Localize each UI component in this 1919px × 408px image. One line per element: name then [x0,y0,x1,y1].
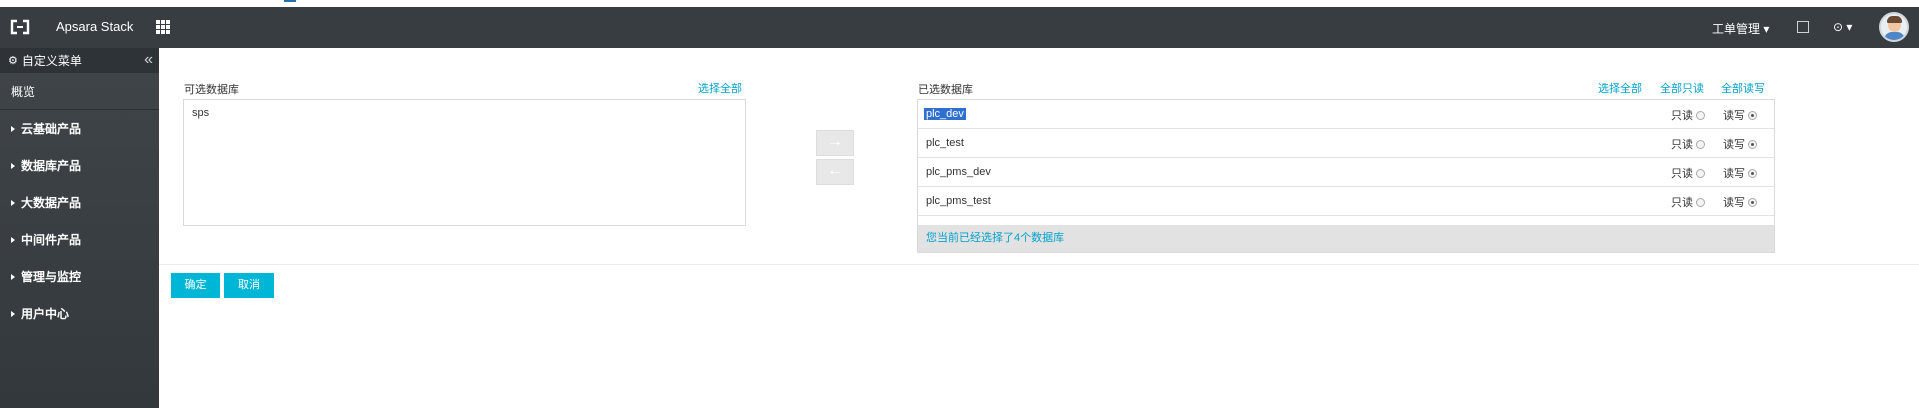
apps-grid-icon[interactable] [156,20,170,34]
sidebar-item-database[interactable]: 数据库产品 [0,147,159,184]
custom-menu-title[interactable]: 自定义菜单 [22,52,82,69]
message-icon[interactable] [1797,21,1809,33]
help-menu[interactable]: ⊙ ▾ [1833,20,1852,34]
readonly-option[interactable]: 只读 [1671,194,1705,210]
caret-right-icon [11,162,15,169]
divider [159,264,1919,265]
selected-select-all-link[interactable]: 选择全部 [1598,80,1642,96]
main-content: 可选数据库 选择全部 sps → ← 已选数据库 选择全部 全部只读 全部读写 … [159,48,1919,408]
selected-db-title: 已选数据库 [918,84,973,96]
all-readwrite-link[interactable]: 全部读写 [1721,80,1765,96]
readonly-option[interactable]: 只读 [1671,107,1705,123]
ticket-management-menu[interactable]: 工单管理 ▾ [1712,20,1769,37]
sidebar: ⚙ 自定义菜单 « 概览 云基础产品 数据库产品 大数据产品 中间件产品 管理与… [0,48,159,408]
readonly-option[interactable]: 只读 [1671,136,1705,152]
list-item[interactable]: sps [192,107,209,119]
readonly-radio[interactable] [1696,139,1705,149]
db-name[interactable]: plc_test [926,137,964,149]
readonly-radio[interactable] [1696,168,1705,178]
readonly-radio[interactable] [1696,197,1705,207]
sidebar-item-user-center[interactable]: 用户中心 [0,295,159,332]
table-row[interactable]: plc_test 只读 读写 [918,129,1774,158]
gear-icon[interactable]: ⚙ [8,54,18,67]
table-row[interactable]: plc_dev 只读 读写 [918,100,1774,129]
readwrite-radio[interactable] [1748,168,1757,178]
table-row[interactable]: plc_pms_test 只读 读写 [918,187,1774,216]
move-right-button[interactable]: → [816,130,854,156]
move-left-button[interactable]: ← [816,159,854,185]
db-name[interactable]: plc_pms_test [926,195,991,207]
db-name[interactable]: plc_dev [924,108,966,120]
caret-right-icon [11,273,15,280]
sidebar-item-bigdata[interactable]: 大数据产品 [0,184,159,221]
all-readonly-link[interactable]: 全部只读 [1660,80,1704,96]
brand-name[interactable]: Apsara Stack [56,19,133,34]
caret-right-icon [11,199,15,206]
cancel-button[interactable]: 取消 [224,273,274,298]
strip-mark [284,0,296,2]
readwrite-option[interactable]: 读写 [1723,194,1757,210]
sidebar-item-middleware[interactable]: 中间件产品 [0,221,159,258]
available-db-list[interactable]: sps [183,99,746,226]
collapse-sidebar-icon[interactable]: « [144,51,153,69]
readwrite-radio[interactable] [1748,139,1757,149]
apsara-logo-icon[interactable] [10,19,30,35]
caret-right-icon [11,310,15,317]
sidebar-item-overview[interactable]: 概览 [0,73,159,110]
readwrite-option[interactable]: 读写 [1723,165,1757,181]
caret-right-icon [11,236,15,243]
user-avatar[interactable] [1879,12,1909,42]
readwrite-option[interactable]: 读写 [1723,107,1757,123]
selected-db-list: plc_dev 只读 读写 plc_test 只读 读写 plc_pms_dev… [917,99,1775,253]
sidebar-header: ⚙ 自定义菜单 « [0,48,159,73]
available-select-all-link[interactable]: 选择全部 [698,80,742,96]
selection-summary: 您当前已经选择了4个数据库 [918,225,1774,252]
browser-top-strip [0,0,1919,7]
readwrite-option[interactable]: 读写 [1723,136,1757,152]
confirm-button[interactable]: 确定 [171,273,220,298]
sidebar-item-management[interactable]: 管理与监控 [0,258,159,295]
readonly-option[interactable]: 只读 [1671,165,1705,181]
caret-right-icon [11,125,15,132]
top-navbar: Apsara Stack 工单管理 ▾ ⊙ ▾ [0,7,1919,48]
readwrite-radio[interactable] [1748,110,1757,120]
readwrite-radio[interactable] [1748,197,1757,207]
db-name[interactable]: plc_pms_dev [926,166,991,178]
sidebar-item-cloud-basic[interactable]: 云基础产品 [0,110,159,147]
readonly-radio[interactable] [1696,110,1705,120]
available-db-title: 可选数据库 [184,84,239,96]
table-row[interactable]: plc_pms_dev 只读 读写 [918,158,1774,187]
